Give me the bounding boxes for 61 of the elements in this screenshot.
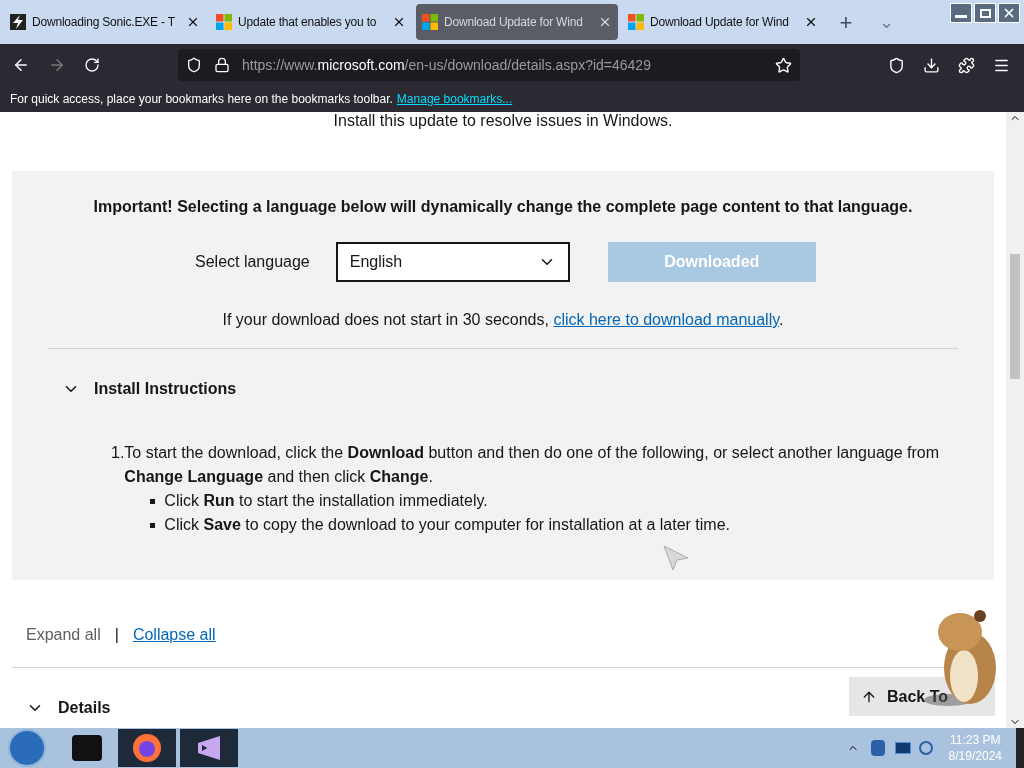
tab-title: Update that enables you to <box>238 14 378 31</box>
monitor-icon[interactable] <box>894 742 911 754</box>
tab-title: Download Update for Wind <box>444 14 584 31</box>
manual-download-link[interactable]: click here to download manually <box>553 311 779 328</box>
download-icon[interactable] <box>923 56 940 74</box>
tray-icon[interactable] <box>870 740 885 756</box>
bullet-text: Click Run to start the installation immediately. <box>164 491 488 511</box>
forward-icon[interactable] <box>48 56 66 74</box>
url-text: https://www.microsoft.com/en-us/download/details.aspx?id=46429 <box>242 55 652 75</box>
network-icon[interactable] <box>918 741 933 755</box>
windows-logo-icon <box>216 14 232 30</box>
close-icon[interactable] <box>186 15 200 29</box>
bullet-icon <box>150 498 156 504</box>
taskbar-item[interactable] <box>180 729 238 767</box>
close-icon[interactable] <box>392 15 406 29</box>
accordion-header[interactable]: Details <box>26 696 111 720</box>
browser-tab[interactable]: Download Update for Wind <box>622 4 824 40</box>
scrollbar-thumb[interactable] <box>1010 254 1020 379</box>
instruction-text: To start the download, click the Download button and then do one of the following, or select another language from Change Language and then click Change. <box>124 444 940 485</box>
browser-tab[interactable]: Downloading Sonic.EXE - T <box>4 4 206 40</box>
windows-logo-icon <box>422 14 438 30</box>
lock-icon[interactable] <box>214 57 230 73</box>
tab-title: Downloading Sonic.EXE - T <box>32 14 176 31</box>
browser-tab[interactable]: Download Update for Wind <box>416 4 618 40</box>
new-tab-button[interactable]: + <box>828 5 864 39</box>
intro-text: Install this update to resolve issues in Windows. <box>333 112 673 131</box>
close-button[interactable] <box>998 3 1020 23</box>
minimize-button[interactable] <box>950 3 972 23</box>
browser-icon <box>132 733 162 763</box>
cursor-icon <box>662 544 690 572</box>
lightning-icon <box>10 14 26 30</box>
tab-title: Download Update for Wind <box>650 14 790 31</box>
address-bar[interactable]: https://www.microsoft.com/en-us/download/details.aspx?id=46429 <box>178 49 800 81</box>
reload-icon[interactable] <box>84 57 100 73</box>
collapse-all-link[interactable]: Collapse all <box>132 623 216 647</box>
back-icon[interactable] <box>12 56 30 74</box>
windows-logo-icon <box>628 14 644 30</box>
date-text: 8/19/2024 <box>948 748 1002 764</box>
expand-all-link[interactable]: Expand all <box>26 623 101 647</box>
shield-icon[interactable] <box>186 57 202 73</box>
separator-text: | <box>114 625 119 645</box>
close-icon[interactable] <box>804 15 818 29</box>
manual-download-text: If your download does not start in 30 seconds, click here to download manually. <box>222 311 784 328</box>
bookmark-star-icon[interactable] <box>775 56 792 74</box>
list-number: 1. <box>111 443 125 463</box>
time-text: 11:23 PM <box>950 732 1001 748</box>
browser-tab[interactable]: Update that enables you to <box>210 4 412 40</box>
taskbar-item[interactable] <box>118 729 176 767</box>
manage-bookmarks-link[interactable]: Manage bookmarks... <box>396 90 513 108</box>
bullet-icon <box>150 522 156 528</box>
extensions-icon[interactable] <box>958 56 975 74</box>
restore-button[interactable] <box>974 3 996 23</box>
scrollbar[interactable] <box>1006 112 1024 728</box>
language-dropdown[interactable]: English <box>335 242 570 282</box>
select-language-label: Select language <box>195 252 310 272</box>
accordion-header[interactable]: Install Instructions <box>62 377 237 401</box>
close-icon <box>1002 6 1016 20</box>
start-button[interactable] <box>8 729 46 767</box>
bullet-text: Click Save to copy the download to your computer for installation at a later time. <box>164 515 730 535</box>
bookmarks-hint: For quick access, place your bookmarks here on the bookmarks toolbar. <box>10 91 393 108</box>
important-notice: Important! Selecting a language below will dynamically change the complete page content to that language. <box>93 198 913 215</box>
